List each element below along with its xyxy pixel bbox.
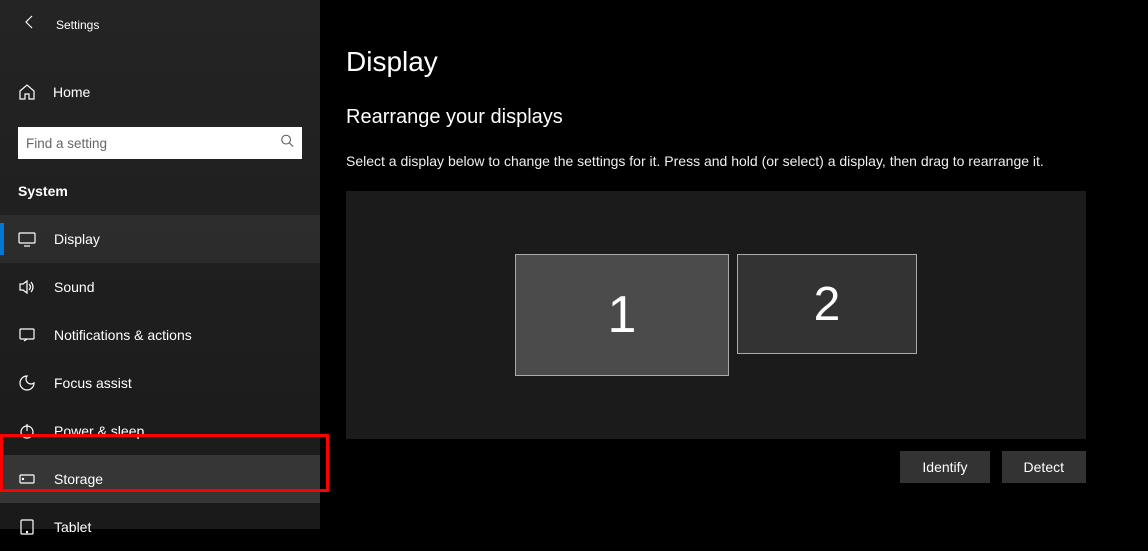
nav-label: Sound [54,279,94,295]
storage-icon [18,470,36,488]
section-heading: Rearrange your displays [346,106,1108,129]
nav-label: Display [54,231,100,247]
back-icon[interactable] [22,14,38,35]
nav-item-tablet[interactable]: Tablet [0,503,320,551]
sound-icon [18,278,36,296]
display-icon [18,230,36,248]
page-title: Display [346,46,1108,78]
tablet-icon [18,518,36,536]
power-icon [18,422,36,440]
search-icon [280,134,294,153]
display-box-1[interactable]: 1 [515,254,729,376]
display-box-2[interactable]: 2 [737,254,917,354]
focus-assist-icon [18,374,36,392]
nav-item-storage[interactable]: Storage [0,455,320,503]
nav-item-display[interactable]: Display [0,215,320,263]
display-buttons-row: Identify Detect [346,451,1086,483]
window-title: Settings [56,18,99,32]
category-label: System [0,159,320,215]
nav-item-power-sleep[interactable]: Power & sleep [0,407,320,455]
home-icon [18,83,36,101]
main-content: Display Rearrange your displays Select a… [320,0,1148,529]
home-link[interactable]: Home [0,71,320,113]
display-number: 1 [608,285,637,345]
nav-item-sound[interactable]: Sound [0,263,320,311]
nav-label: Storage [54,471,103,487]
nav-label: Focus assist [54,375,132,391]
nav-item-focus-assist[interactable]: Focus assist [0,359,320,407]
search-container [0,113,320,159]
section-description: Select a display below to change the set… [346,153,1108,169]
detect-button[interactable]: Detect [1002,451,1086,483]
home-label: Home [53,84,90,100]
nav-label: Tablet [54,519,91,535]
search-input[interactable] [26,136,272,151]
display-arrangement-area[interactable]: 1 2 [346,191,1086,439]
display-number: 2 [814,277,841,332]
nav-label: Power & sleep [54,423,144,439]
identify-button[interactable]: Identify [900,451,989,483]
notifications-icon [18,326,36,344]
sidebar-header: Settings [0,0,320,45]
nav-item-notifications[interactable]: Notifications & actions [0,311,320,359]
sidebar: Settings Home System Display Sound [0,0,320,529]
search-box[interactable] [18,127,302,159]
nav-list: Display Sound Notifications & actions Fo… [0,215,320,551]
nav-label: Notifications & actions [54,327,192,343]
